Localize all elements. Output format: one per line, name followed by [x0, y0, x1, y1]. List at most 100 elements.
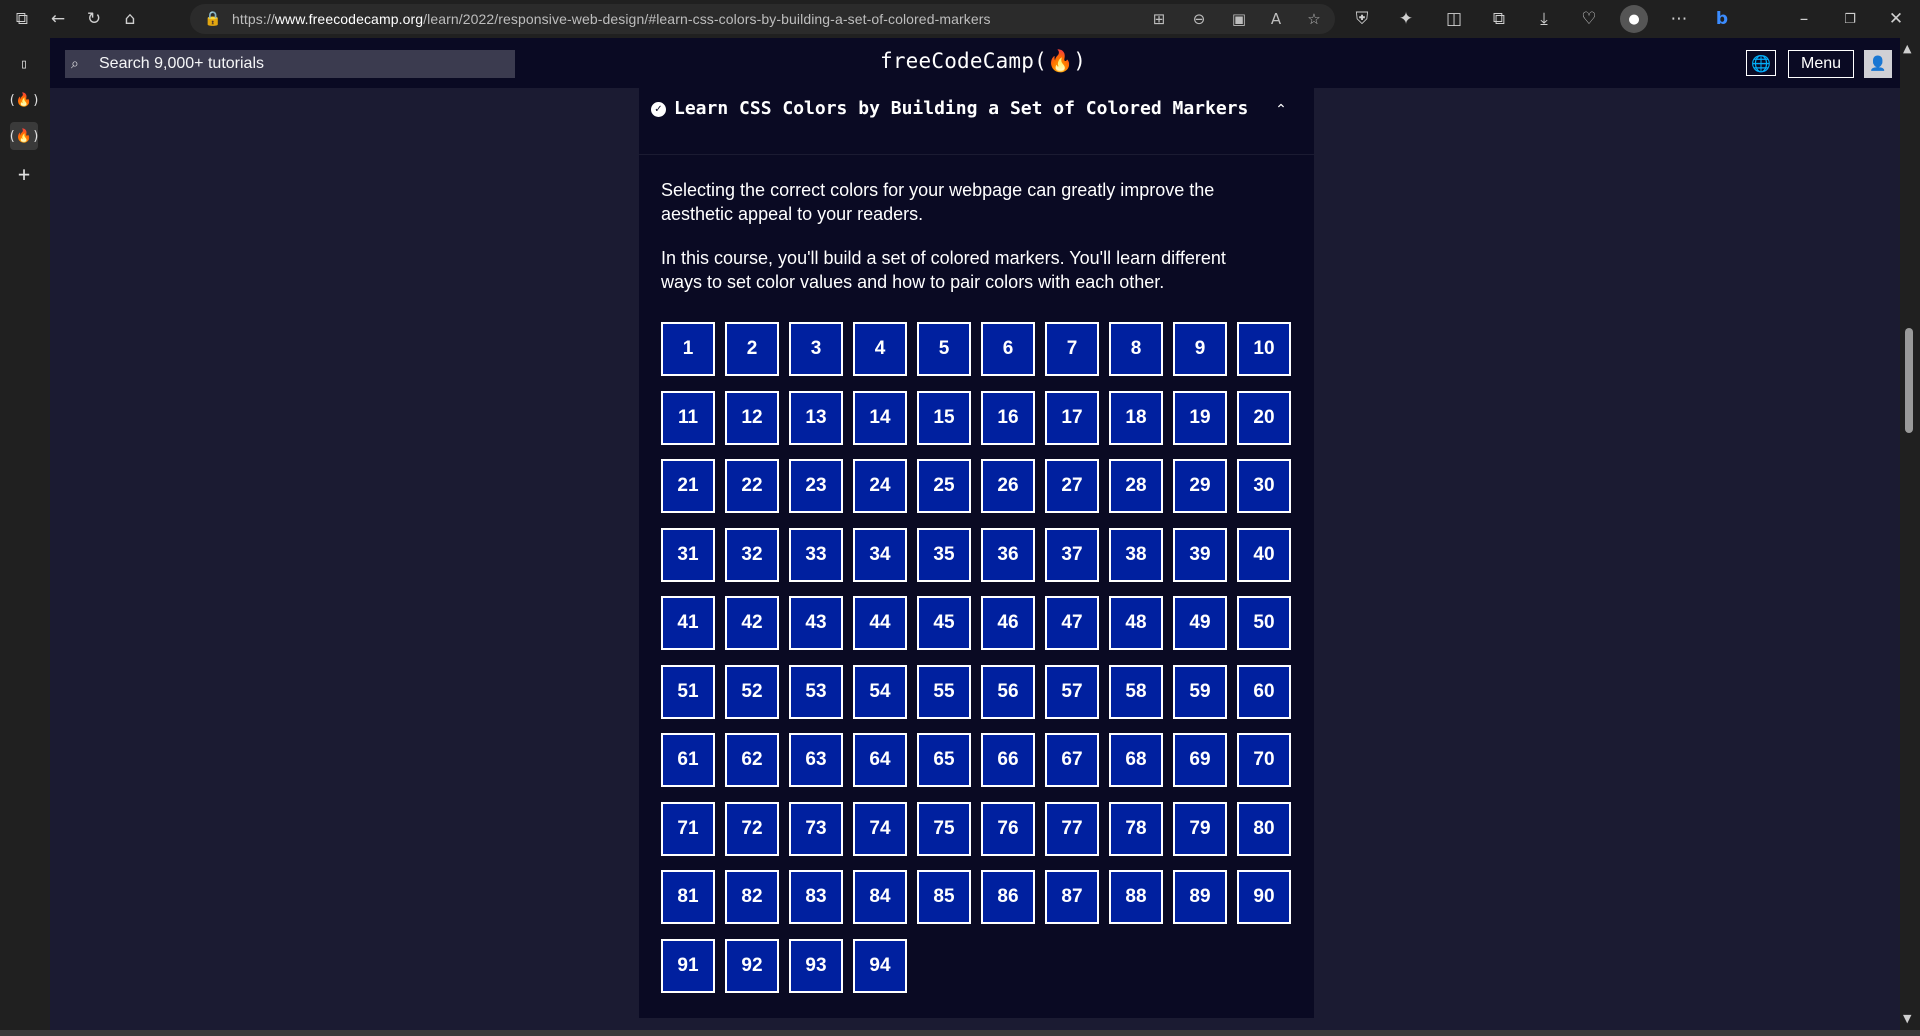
step-button[interactable]: 5: [916, 321, 972, 377]
block-title[interactable]: Learn CSS Colors by Building a Set of Co…: [674, 98, 1248, 119]
step-button[interactable]: 2: [724, 321, 780, 377]
step-button[interactable]: 64: [852, 732, 908, 788]
search-box[interactable]: ⌕: [65, 50, 515, 78]
split-screen-icon[interactable]: ◫: [1440, 5, 1468, 33]
step-button[interactable]: 13: [788, 389, 844, 446]
tab-freecodecamp-icon[interactable]: (🔥): [8, 86, 40, 114]
step-button[interactable]: 50: [1236, 595, 1292, 651]
step-button[interactable]: 85: [916, 869, 972, 925]
downloads-icon[interactable]: ⤓: [1530, 5, 1558, 33]
step-button[interactable]: 83: [788, 869, 844, 925]
step-button[interactable]: 82: [724, 869, 780, 925]
chevron-up-icon[interactable]: ⌃: [1269, 98, 1293, 122]
step-button[interactable]: 10: [1236, 321, 1292, 377]
step-button[interactable]: 27: [1044, 458, 1100, 514]
scroll-up-arrow-icon[interactable]: ▲: [1903, 42, 1911, 55]
step-button[interactable]: 60: [1236, 663, 1292, 720]
restore-icon[interactable]: ❐: [1836, 5, 1864, 33]
step-button[interactable]: 42: [724, 595, 780, 651]
scroll-down-arrow-icon[interactable]: ▼: [1903, 1012, 1911, 1025]
step-button[interactable]: 87: [1044, 869, 1100, 925]
user-avatar[interactable]: 👤: [1864, 50, 1892, 78]
step-button[interactable]: 46: [980, 595, 1036, 651]
step-button[interactable]: 45: [916, 595, 972, 651]
step-button[interactable]: 16: [980, 389, 1036, 446]
step-button[interactable]: 61: [660, 732, 716, 788]
step-button[interactable]: 38: [1108, 526, 1164, 583]
step-button[interactable]: 90: [1236, 869, 1292, 925]
step-button[interactable]: 88: [1108, 869, 1164, 925]
step-button[interactable]: 53: [788, 663, 844, 720]
step-button[interactable]: 81: [660, 869, 716, 925]
step-button[interactable]: 41: [660, 595, 716, 651]
step-button[interactable]: 29: [1172, 458, 1228, 514]
extensions-icon[interactable]: ✦: [1392, 5, 1420, 33]
read-aloud-icon[interactable]: A: [1262, 5, 1290, 33]
step-button[interactable]: 30: [1236, 458, 1292, 514]
step-button[interactable]: 31: [660, 526, 716, 583]
step-button[interactable]: 92: [724, 937, 780, 994]
shield-icon[interactable]: ⛨: [1348, 5, 1376, 33]
profile-avatar[interactable]: ●: [1620, 5, 1648, 33]
step-button[interactable]: 6: [980, 321, 1036, 377]
step-button[interactable]: 23: [788, 458, 844, 514]
app-available-icon[interactable]: ⊞: [1145, 5, 1173, 33]
collections-icon[interactable]: ⧉: [1485, 5, 1513, 33]
step-button[interactable]: 32: [724, 526, 780, 583]
close-icon[interactable]: ✕: [1882, 5, 1910, 33]
step-button[interactable]: 54: [852, 663, 908, 720]
tab-panel-toggle-icon[interactable]: ▯: [10, 50, 38, 78]
step-button[interactable]: 52: [724, 663, 780, 720]
step-button[interactable]: 28: [1108, 458, 1164, 514]
search-input[interactable]: [97, 54, 511, 74]
step-button[interactable]: 11: [660, 389, 716, 446]
freecodecamp-logo[interactable]: freeCodeCamp(🔥): [880, 49, 1086, 74]
workspaces-icon[interactable]: ⧉: [8, 5, 36, 33]
step-button[interactable]: 94: [852, 937, 908, 994]
step-button[interactable]: 47: [1044, 595, 1100, 651]
step-button[interactable]: 68: [1108, 732, 1164, 788]
address-bar[interactable]: 🔒 https://www.freecodecamp.org/learn/202…: [190, 4, 1335, 34]
step-button[interactable]: 25: [916, 458, 972, 514]
step-button[interactable]: 78: [1108, 800, 1164, 857]
step-button[interactable]: 36: [980, 526, 1036, 583]
step-button[interactable]: 73: [788, 800, 844, 857]
step-button[interactable]: 66: [980, 732, 1036, 788]
step-button[interactable]: 89: [1172, 869, 1228, 925]
step-button[interactable]: 48: [1108, 595, 1164, 651]
url-text[interactable]: https://www.freecodecamp.org/learn/2022/…: [232, 11, 991, 27]
page-scrollbar[interactable]: ▲ ▼: [1900, 38, 1920, 1036]
step-button[interactable]: 77: [1044, 800, 1100, 857]
step-button[interactable]: 22: [724, 458, 780, 514]
step-button[interactable]: 37: [1044, 526, 1100, 583]
scrollbar-thumb[interactable]: [1905, 328, 1913, 433]
menu-button[interactable]: Menu: [1788, 50, 1854, 78]
step-button[interactable]: 55: [916, 663, 972, 720]
block-header[interactable]: ✓ Learn CSS Colors by Building a Set of …: [639, 88, 1314, 155]
step-button[interactable]: 4: [852, 321, 908, 377]
step-button[interactable]: 75: [916, 800, 972, 857]
home-icon[interactable]: ⌂: [116, 5, 144, 33]
step-button[interactable]: 58: [1108, 663, 1164, 720]
step-button[interactable]: 72: [724, 800, 780, 857]
tab-freecodecamp-active-icon[interactable]: (🔥): [8, 122, 40, 150]
minimize-icon[interactable]: –: [1790, 5, 1818, 33]
step-button[interactable]: 79: [1172, 800, 1228, 857]
step-button[interactable]: 7: [1044, 321, 1100, 377]
step-button[interactable]: 63: [788, 732, 844, 788]
step-button[interactable]: 49: [1172, 595, 1228, 651]
back-icon[interactable]: ←: [44, 5, 72, 33]
step-button[interactable]: 34: [852, 526, 908, 583]
step-button[interactable]: 24: [852, 458, 908, 514]
zoom-icon[interactable]: ⊖: [1185, 5, 1213, 33]
step-button[interactable]: 1: [660, 321, 716, 377]
step-button[interactable]: 20: [1236, 389, 1292, 446]
step-button[interactable]: 76: [980, 800, 1036, 857]
step-button[interactable]: 9: [1172, 321, 1228, 377]
step-button[interactable]: 84: [852, 869, 908, 925]
step-button[interactable]: 14: [852, 389, 908, 446]
step-button[interactable]: 69: [1172, 732, 1228, 788]
step-button[interactable]: 86: [980, 869, 1036, 925]
step-button[interactable]: 15: [916, 389, 972, 446]
step-button[interactable]: 21: [660, 458, 716, 514]
